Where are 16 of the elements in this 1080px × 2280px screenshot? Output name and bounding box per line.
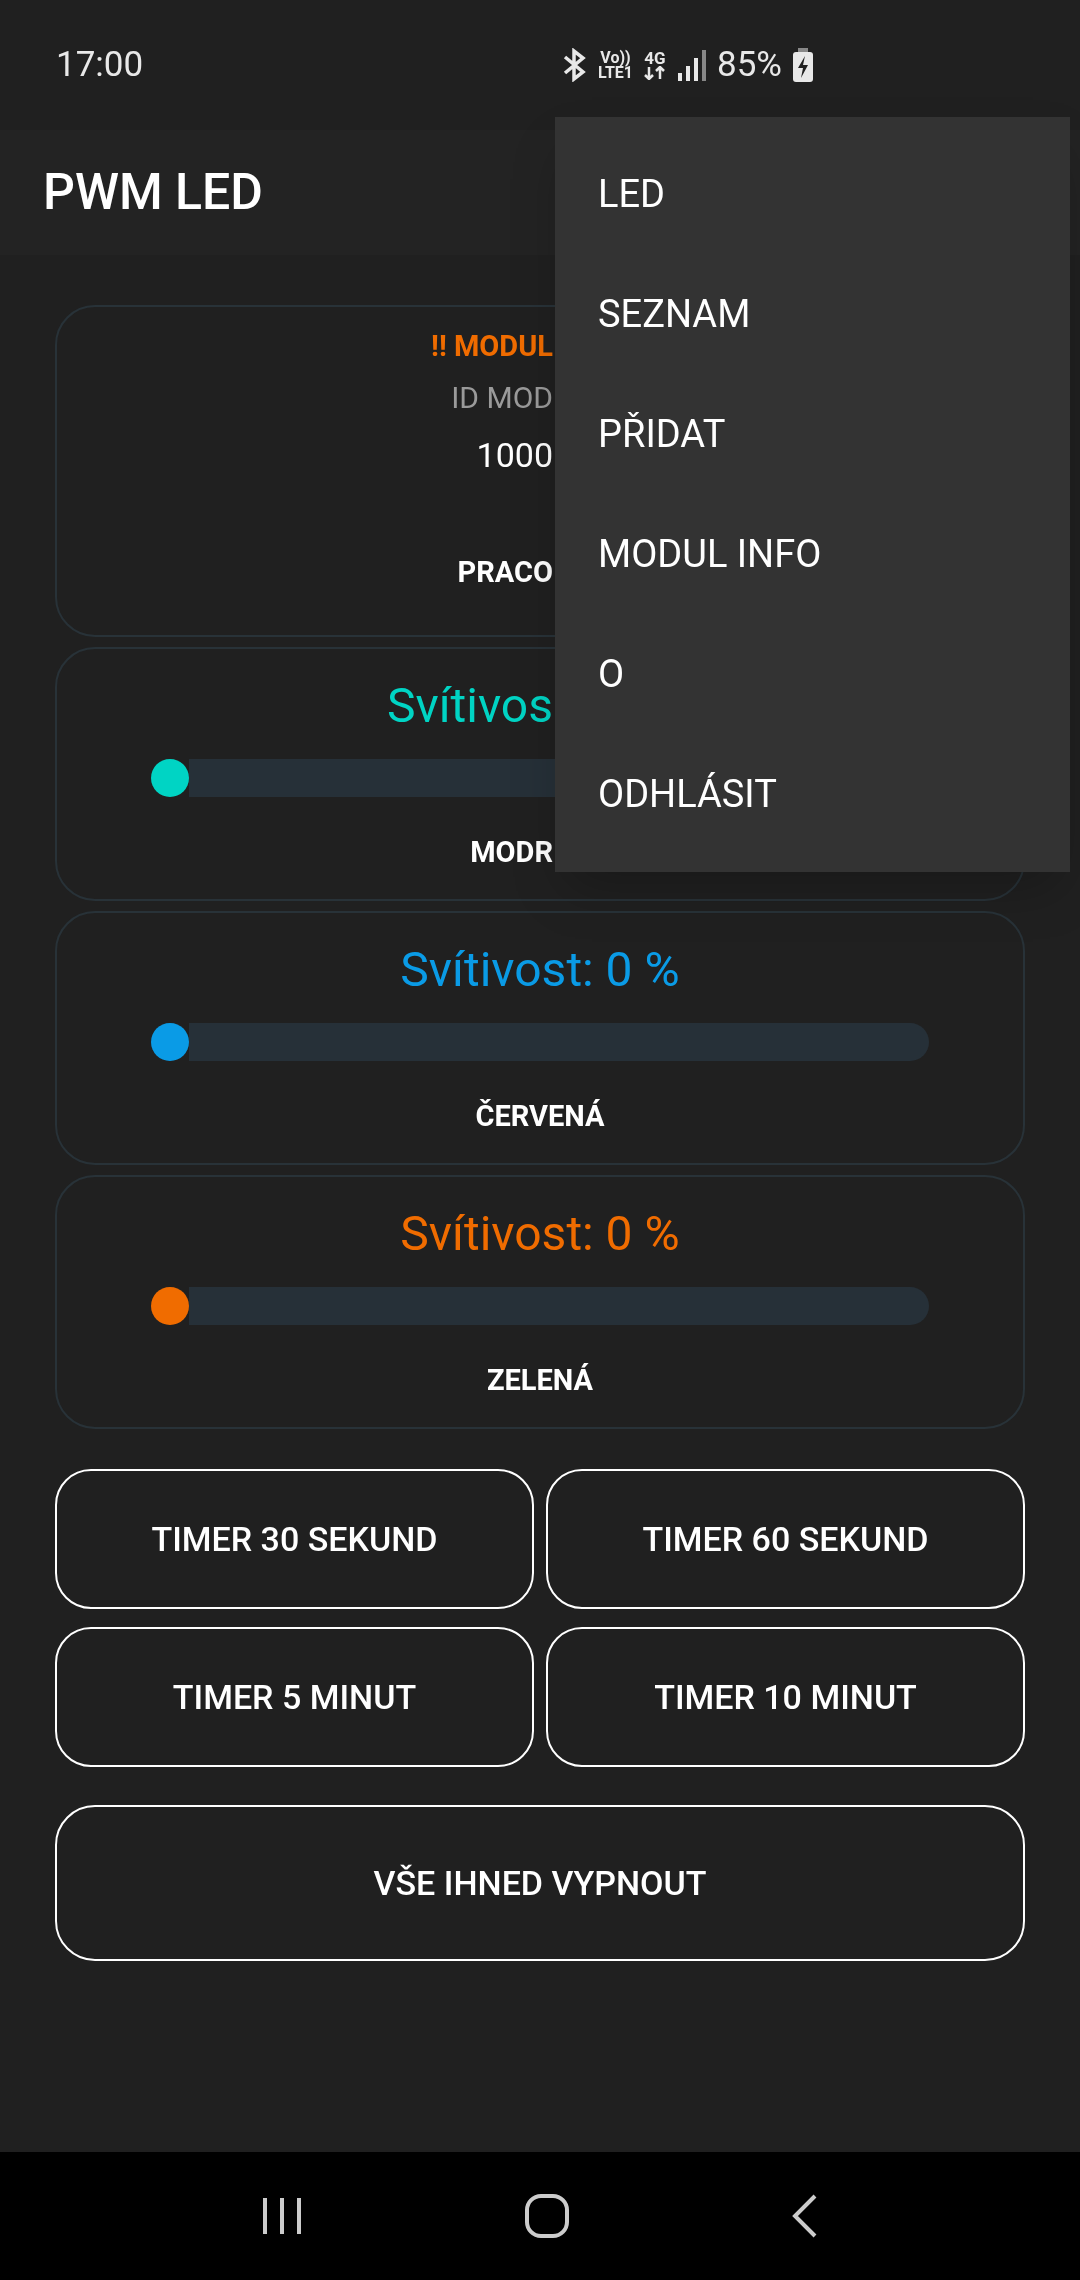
channel-name: MODR (470, 835, 553, 869)
id-value: 1000 (476, 434, 553, 475)
brightness-label: Svítivos (386, 677, 553, 734)
app-title: PWM LED (43, 162, 263, 223)
status-label: PRACO (457, 554, 553, 589)
lte-label: LTE1 (598, 65, 633, 80)
id-label: ID MOD (451, 379, 553, 415)
channel-name: ČERVENÁ (475, 1099, 605, 1133)
warning-label: !! MODUL (431, 329, 553, 363)
battery-percent: 85% (717, 42, 782, 87)
brightness-label: Svítivost: 0 % (400, 1205, 680, 1262)
volte-label: Vo)) (600, 50, 631, 65)
clock: 17:00 (56, 42, 144, 87)
channel-name: ZELENÁ (486, 1363, 594, 1397)
network-label: 4G (644, 50, 666, 66)
brightness-label: Svítivost: 0 % (400, 941, 680, 998)
